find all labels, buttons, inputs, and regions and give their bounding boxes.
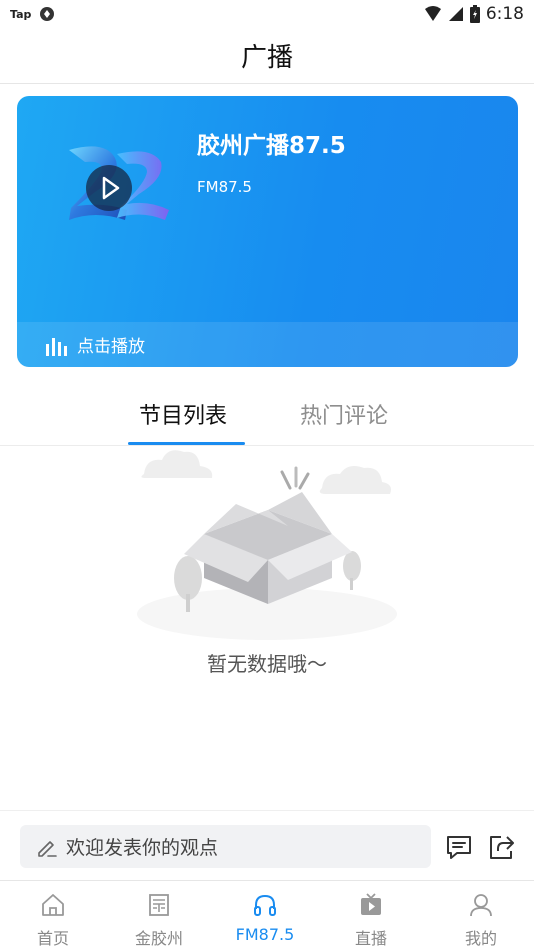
station-name: 胶州广播87.5 <box>197 133 346 159</box>
bottom-nav: 首页 金胶州 FM87.5 直播 我的 <box>0 880 534 950</box>
nav-live[interactable]: 直播 <box>318 881 424 950</box>
nav-mine-label: 我的 <box>464 929 497 948</box>
station-frequency: FM87.5 <box>197 178 252 196</box>
tv-play-icon <box>361 893 381 915</box>
newspaper-icon <box>149 894 169 916</box>
status-bar-right: 6:18 <box>424 4 524 24</box>
comment-placeholder: 欢迎发表你的观点 <box>66 837 219 859</box>
comment-icon[interactable] <box>445 833 473 861</box>
nav-live-label: 直播 <box>354 929 387 948</box>
nav-fm-label: FM87.5 <box>235 925 295 944</box>
status-bar-left: Tap <box>10 6 55 22</box>
play-label: 点击播放 <box>77 337 145 357</box>
audio-bars-icon <box>46 337 67 356</box>
carrier-label: Tap <box>10 7 32 21</box>
user-icon <box>470 894 492 917</box>
comment-input[interactable]: 欢迎发表你的观点 <box>20 825 431 868</box>
play-action-bar[interactable]: 点击播放 <box>17 322 518 367</box>
comment-bar: 欢迎发表你的观点 <box>0 810 534 880</box>
signal-icon <box>448 7 463 21</box>
page-header: 广播 <box>0 28 534 84</box>
tab-hot-comments[interactable]: 热门评论 <box>300 398 388 430</box>
play-button[interactable] <box>85 164 133 212</box>
empty-box-illustration <box>137 450 397 640</box>
player-card[interactable]: 胶州广播87.5 FM87.5 点击播放 <box>17 96 518 367</box>
pencil-icon <box>38 840 57 857</box>
share-icon[interactable] <box>487 833 515 861</box>
sync-icon <box>40 7 55 21</box>
home-icon <box>42 894 64 916</box>
status-bar: Tap 6:18 <box>0 0 534 28</box>
nav-jinjiaozhou-label: 金胶州 <box>134 929 183 948</box>
empty-state-message: 暂无数据哦～ <box>207 652 327 676</box>
status-time: 6:18 <box>485 4 524 24</box>
tab-program-list[interactable]: 节目列表 <box>139 398 227 430</box>
page-title: 广播 <box>240 43 293 73</box>
nav-fm[interactable]: FM87.5 <box>212 881 318 950</box>
nav-home[interactable]: 首页 <box>0 881 106 950</box>
nav-jinjiaozhou[interactable]: 金胶州 <box>106 881 212 950</box>
battery-icon <box>469 5 480 23</box>
wifi-icon <box>424 6 441 21</box>
nav-home-label: 首页 <box>36 929 69 948</box>
headphones-icon <box>254 894 276 916</box>
content-tabs: 节目列表 热门评论 <box>0 386 534 446</box>
play-icon <box>86 165 132 211</box>
nav-mine[interactable]: 我的 <box>428 881 534 950</box>
